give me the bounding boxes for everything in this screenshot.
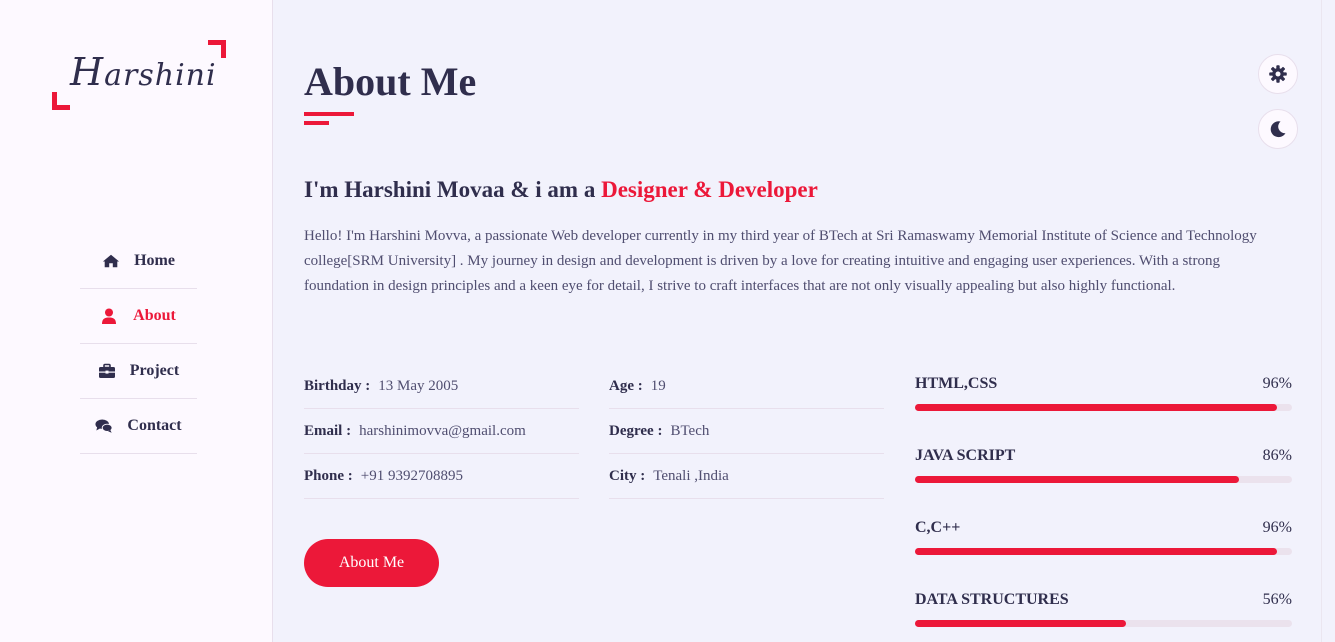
info-city: City : Tenali ,India [609, 454, 884, 499]
nav-item-project[interactable]: Project [80, 344, 197, 399]
logo-corner-bottom-left [52, 92, 70, 110]
info-birthday: Birthday : 13 May 2005 [304, 364, 579, 409]
skill-progress-track [915, 548, 1292, 555]
theme-toggle-button[interactable] [1258, 109, 1298, 149]
nav-item-label: About [133, 307, 176, 324]
page-title: About Me [304, 59, 477, 104]
briefcase-icon [98, 363, 116, 379]
logo-text: Harshini [70, 50, 217, 94]
skill-item: C,C++ 96% [915, 514, 1292, 586]
info-value: 13 May 2005 [378, 377, 459, 394]
skill-progress-fill [915, 548, 1277, 555]
info-key: Birthday : [304, 377, 371, 394]
nav-item-about[interactable]: About [80, 289, 197, 344]
sidebar: Harshini Home About Project Contact [0, 0, 273, 642]
info-key: Email : [304, 422, 352, 439]
user-icon [101, 308, 119, 324]
skill-progress-fill [915, 476, 1240, 483]
skill-name: JAVA SCRIPT [915, 447, 1016, 464]
gear-icon [1269, 65, 1287, 83]
main-nav: Home About Project Contact [80, 234, 197, 454]
skill-progress-track [915, 404, 1292, 411]
info-value: BTech [670, 422, 710, 439]
skill-item: JAVA SCRIPT 86% [915, 442, 1292, 514]
info-age: Age : 19 [609, 364, 884, 409]
settings-button[interactable] [1258, 54, 1298, 94]
nav-item-home[interactable]: Home [80, 234, 197, 289]
underline-long [304, 112, 354, 116]
skill-name: DATA STRUCTURES [915, 591, 1069, 608]
info-key: Age : [609, 377, 643, 394]
info-key: City : [609, 467, 646, 484]
nav-item-label: Home [134, 252, 175, 269]
underline-short [304, 121, 329, 125]
info-degree: Degree : BTech [609, 409, 884, 454]
skill-name: HTML,CSS [915, 375, 998, 392]
skills-list: HTML,CSS 96% JAVA SCRIPT 86% C,C++ 96% D… [915, 370, 1292, 642]
skill-percent: 96% [1262, 375, 1292, 392]
nav-item-contact[interactable]: Contact [80, 399, 197, 454]
logo[interactable]: Harshini [52, 40, 226, 110]
info-value: +91 9392708895 [360, 467, 463, 484]
home-icon [102, 253, 120, 269]
skill-progress-track [915, 620, 1292, 627]
info-key: Phone : [304, 467, 353, 484]
personal-info-right: Age : 19 Degree : BTech City : Tenali ,I… [609, 364, 884, 499]
info-value: 19 [650, 377, 666, 394]
nav-item-label: Contact [127, 417, 182, 434]
info-phone: Phone : +91 9392708895 [304, 454, 579, 499]
skill-name: C,C++ [915, 519, 961, 536]
intro-paragraph: Hello! I'm Harshini Movva, a passionate … [304, 228, 1257, 294]
personal-info-left: Birthday : 13 May 2005 Email : harshinim… [304, 364, 579, 499]
skill-percent: 96% [1262, 519, 1292, 536]
comments-icon [95, 418, 113, 434]
headline-accent: Designer & Developer [601, 177, 818, 202]
moon-icon [1270, 121, 1286, 138]
skill-progress-fill [915, 404, 1277, 411]
skill-progress-track [915, 476, 1292, 483]
skill-progress-fill [915, 620, 1127, 627]
info-value: harshinimovva@gmail.com [359, 422, 526, 439]
scrollbar-area[interactable] [1321, 0, 1335, 642]
headline: I'm Harshini Movaa & i am a Designer & D… [304, 177, 818, 202]
about-me-button[interactable]: About Me [304, 539, 439, 587]
info-email: Email : harshinimovva@gmail.com [304, 409, 579, 454]
skill-item: DATA STRUCTURES 56% [915, 586, 1292, 642]
skill-item: HTML,CSS 96% [915, 370, 1292, 442]
skill-percent: 56% [1262, 591, 1292, 608]
info-key: Degree : [609, 422, 663, 439]
info-value: Tenali ,India [653, 467, 729, 484]
skill-percent: 86% [1262, 447, 1292, 464]
nav-item-label: Project [129, 362, 180, 379]
